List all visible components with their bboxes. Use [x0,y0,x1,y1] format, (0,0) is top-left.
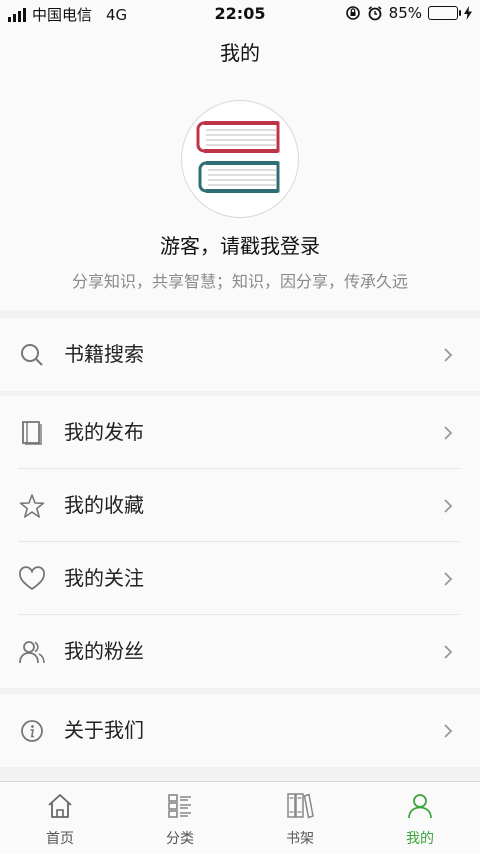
menu-item-label: 我的粉丝 [64,639,144,663]
home-icon [48,794,72,818]
search-group: 书籍搜索 [0,318,480,391]
info-icon [21,720,43,742]
tab-label: 书架 [286,831,314,847]
tab-label: 首页 [46,831,74,847]
menu-item-label: 我的发布 [64,420,144,444]
menu-item-label: 书籍搜索 [64,342,144,366]
rotation-lock-icon [345,6,360,20]
tab-mine[interactable]: 我的 [360,782,480,854]
chevron-right-icon [444,724,453,738]
menu-item-my-following[interactable]: 我的关注 [0,542,480,615]
status-bar: 中国电信 4G 22:05 85% [0,0,480,28]
chevron-right-icon [444,499,453,513]
menu-item-about-us[interactable]: 关于我们 [0,694,480,767]
menu-item-book-search[interactable]: 书籍搜索 [0,318,480,391]
page-title: 我的 [0,28,480,78]
menu-item-label: 我的关注 [64,566,144,590]
chevron-right-icon [444,348,453,362]
bookshelf-icon [287,793,314,819]
battery-percent: 85% [388,4,422,22]
menu-item-my-favorites[interactable]: 我的收藏 [0,469,480,542]
charging-icon [464,6,472,20]
users-icon [19,641,45,664]
tab-category[interactable]: 分类 [120,782,240,854]
alarm-icon [368,6,382,21]
personal-group: 我的发布 我的收藏 我的关注 我的粉丝 [0,396,480,688]
menu-item-my-posts[interactable]: 我的发布 [0,396,480,469]
battery-icon [428,6,461,20]
search-icon [21,344,43,366]
chevron-right-icon [444,645,453,659]
tab-label: 我的 [406,831,434,847]
menu-item-label: 我的收藏 [64,493,144,517]
profile-header[interactable]: 游客，请戳我登录 分享知识，共享智慧；知识，因分享，传承久远 [0,78,480,310]
chevron-right-icon [444,572,453,586]
star-icon [19,494,45,518]
avatar[interactable] [181,100,299,218]
menu-item-label: 关于我们 [64,718,144,742]
status-right: 85% [345,4,472,22]
chevron-right-icon [444,426,453,440]
heart-icon [19,566,45,590]
tab-bar: 首页 分类 书架 我的 [0,781,480,854]
about-group: 关于我们 [0,694,480,767]
books-logo-icon [196,121,280,193]
tab-label: 分类 [166,831,194,847]
book-icon [22,421,42,445]
login-prompt[interactable]: 游客，请戳我登录 [0,230,480,259]
tab-bookshelf[interactable]: 书架 [240,782,360,854]
user-icon [408,794,432,819]
tab-home[interactable]: 首页 [0,782,120,854]
menu-item-my-fans[interactable]: 我的粉丝 [0,615,480,688]
slogan: 分享知识，共享智慧；知识，因分享，传承久远 [71,272,408,291]
category-icon [168,794,191,818]
